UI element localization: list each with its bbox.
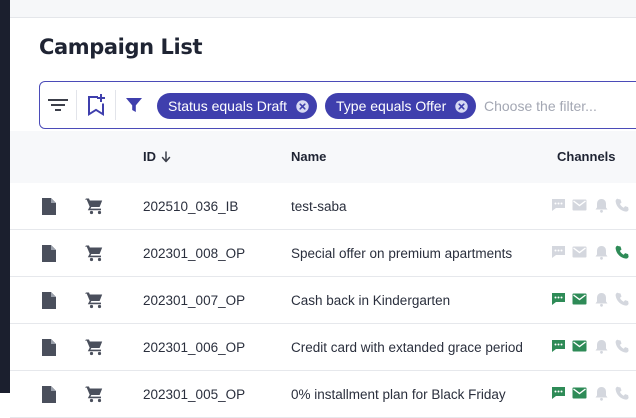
cart-icon[interactable] bbox=[85, 277, 104, 323]
sms-icon bbox=[549, 196, 567, 214]
phone-icon bbox=[613, 337, 631, 355]
cart-icon[interactable] bbox=[85, 230, 104, 276]
bookmark-add-icon[interactable] bbox=[77, 82, 114, 128]
sms-icon bbox=[549, 290, 567, 308]
remove-filter-icon[interactable] bbox=[295, 99, 309, 113]
campaign-id: 202301_005_OP bbox=[143, 386, 246, 402]
campaign-id: 202301_008_OP bbox=[143, 245, 246, 261]
cart-icon[interactable] bbox=[85, 371, 104, 417]
campaign-id: 202301_007_OP bbox=[143, 292, 246, 308]
cart-icon[interactable] bbox=[85, 183, 104, 229]
phone-icon bbox=[613, 384, 631, 402]
table-row[interactable]: 202301_006_OP Credit card with extanded g… bbox=[10, 324, 636, 371]
table-header: ID Name Channels bbox=[10, 131, 636, 184]
table-row[interactable]: 202510_036_IB test-saba bbox=[10, 183, 636, 230]
bell-icon bbox=[592, 196, 610, 214]
campaign-name[interactable]: test-saba bbox=[291, 183, 347, 229]
table-row[interactable]: 202301_007_OP Cash back in Kindergarten bbox=[10, 277, 636, 324]
email-icon bbox=[570, 337, 588, 355]
table-row[interactable]: 202301_005_OP 0% installment plan for Bla… bbox=[10, 371, 636, 418]
email-icon bbox=[570, 196, 588, 214]
sms-icon bbox=[549, 384, 567, 402]
document-icon[interactable] bbox=[41, 324, 57, 370]
column-header-name[interactable]: Name bbox=[291, 149, 326, 164]
sort-descending-icon[interactable] bbox=[161, 150, 171, 163]
table-row[interactable]: 202301_008_OP Special offer on premium ap… bbox=[10, 230, 636, 277]
email-icon bbox=[570, 243, 588, 261]
document-icon[interactable] bbox=[41, 277, 57, 323]
filter-chip-label: Type equals Offer bbox=[336, 98, 447, 114]
campaign-name[interactable]: 0% installment plan for Black Friday bbox=[291, 371, 506, 417]
phone-icon bbox=[613, 196, 631, 214]
bell-icon bbox=[592, 337, 610, 355]
column-header-channels[interactable]: Channels bbox=[557, 149, 616, 164]
campaign-id: 202301_006_OP bbox=[143, 339, 246, 355]
left-nav-rail bbox=[0, 0, 10, 393]
filter-chip-status[interactable]: Status equals Draft bbox=[157, 93, 318, 119]
phone-icon bbox=[613, 243, 631, 261]
column-header-id[interactable]: ID bbox=[143, 149, 171, 164]
sms-icon bbox=[549, 243, 567, 261]
sms-icon bbox=[549, 337, 567, 355]
email-icon bbox=[570, 290, 588, 308]
document-icon[interactable] bbox=[41, 183, 57, 229]
bell-icon bbox=[592, 243, 610, 261]
filter-bar: Status equals Draft Type equals Offer bbox=[39, 81, 636, 129]
filter-chip-label: Status equals Draft bbox=[168, 98, 288, 114]
page-title: Campaign List bbox=[39, 35, 203, 59]
bell-icon bbox=[592, 384, 610, 402]
column-header-label: ID bbox=[143, 149, 156, 164]
bell-icon bbox=[592, 290, 610, 308]
campaign-name[interactable]: Credit card with extanded grace period bbox=[291, 324, 523, 370]
document-icon[interactable] bbox=[41, 230, 57, 276]
sort-lines-icon[interactable] bbox=[40, 82, 76, 128]
phone-icon bbox=[613, 290, 631, 308]
cart-icon[interactable] bbox=[85, 324, 104, 370]
campaign-id: 202510_036_IB bbox=[143, 198, 239, 214]
filter-funnel-icon[interactable] bbox=[116, 82, 152, 128]
filter-search-input[interactable] bbox=[484, 93, 636, 119]
remove-filter-icon[interactable] bbox=[454, 99, 468, 113]
email-icon bbox=[570, 384, 588, 402]
document-icon[interactable] bbox=[41, 371, 57, 417]
campaign-name[interactable]: Special offer on premium apartments bbox=[291, 230, 512, 276]
filter-chip-type[interactable]: Type equals Offer bbox=[325, 93, 477, 119]
top-bar bbox=[10, 0, 636, 18]
campaign-name[interactable]: Cash back in Kindergarten bbox=[291, 277, 450, 323]
